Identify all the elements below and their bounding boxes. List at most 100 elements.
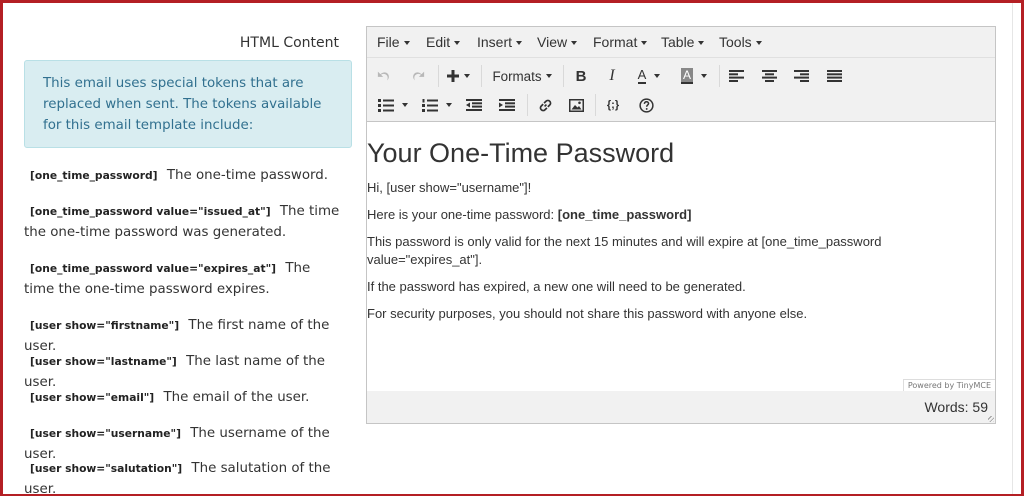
powered-by-tinymce-link[interactable]: Powered by TinyMCE xyxy=(902,379,995,391)
text-color-icon: A xyxy=(637,67,647,84)
background-color-icon: A xyxy=(680,68,693,84)
chevron-down-icon xyxy=(654,74,661,78)
indent-button[interactable] xyxy=(496,93,518,117)
menu-tools-label: Tools xyxy=(719,34,752,50)
menu-file-label: File xyxy=(377,34,400,50)
insert-link-button[interactable] xyxy=(534,93,556,117)
outdent-button[interactable] xyxy=(463,93,485,117)
menu-format[interactable]: Format xyxy=(593,34,648,50)
source-code-button[interactable]: {;} xyxy=(602,93,624,117)
italic-icon: I xyxy=(609,67,615,84)
token-code: [one_time_password value="expires_at"] xyxy=(30,262,277,275)
rich-text-editor: File Edit Insert View Format Table Tools… xyxy=(366,26,996,424)
undo-icon xyxy=(377,71,389,81)
page-edge-divider xyxy=(1012,3,1013,494)
menu-edit-label: Edit xyxy=(426,34,451,50)
window-frame: HTML Content This email uses special tok… xyxy=(0,0,1024,496)
chevron-down-icon xyxy=(402,103,408,107)
align-center-icon xyxy=(761,70,777,82)
menu-insert-label: Insert xyxy=(477,34,513,50)
redo-button[interactable] xyxy=(407,64,429,88)
chevron-down-icon xyxy=(698,41,705,46)
toolbar-divider xyxy=(481,65,482,87)
code-icon: {;} xyxy=(606,99,620,111)
chevron-down-icon xyxy=(464,74,470,78)
editor-menubar: File Edit Insert View Format Table Tools xyxy=(367,27,995,57)
expired-paragraph: If the password has expired, a new one w… xyxy=(367,279,746,294)
align-right-button[interactable] xyxy=(790,64,812,88)
greeting-paragraph: Hi, [user show="username"]! xyxy=(367,180,532,195)
align-justify-button[interactable] xyxy=(823,64,845,88)
token-code: [user show="lastname"] xyxy=(30,355,177,368)
info-alert-text: This email uses special tokens that are … xyxy=(43,76,322,133)
otp-token-text: [one_time_password] xyxy=(557,207,692,222)
help-button[interactable] xyxy=(635,93,657,117)
token-description: The one-time password. xyxy=(166,168,329,183)
numbered-list-button[interactable] xyxy=(419,93,455,117)
menu-format-label: Format xyxy=(593,34,638,50)
menu-view-label: View xyxy=(537,34,568,50)
bold-icon: B xyxy=(575,67,587,85)
chevron-down-icon xyxy=(755,41,762,46)
bullet-list-button[interactable] xyxy=(375,93,411,117)
chevron-down-icon xyxy=(545,74,552,78)
token-item: [user show="email"] The email of the use… xyxy=(24,387,344,408)
chevron-down-icon xyxy=(446,103,452,107)
numbered-list-icon xyxy=(422,98,438,112)
menu-table[interactable]: Table xyxy=(661,34,705,50)
token-code: [user show="username"] xyxy=(30,427,181,440)
toolbar-divider xyxy=(438,65,439,87)
token-code: [user show="salutation"] xyxy=(30,462,183,475)
resize-handle[interactable] xyxy=(988,416,994,422)
token-item: [user show="salutation"] The salutation … xyxy=(24,458,344,494)
undo-button[interactable] xyxy=(373,64,395,88)
menu-edit[interactable]: Edit xyxy=(426,34,461,50)
token-code: [user show="firstname"] xyxy=(30,319,180,332)
chevron-down-icon xyxy=(641,41,648,46)
html-content-label: HTML Content xyxy=(239,35,339,51)
italic-button[interactable]: I xyxy=(601,64,623,88)
chevron-down-icon xyxy=(403,41,410,46)
menubar-divider xyxy=(367,57,995,58)
token-code: [one_time_password] xyxy=(30,169,158,182)
security-paragraph: For security purposes, you should not sh… xyxy=(367,306,808,321)
align-justify-icon xyxy=(826,70,842,82)
toolbar-divider xyxy=(527,94,528,116)
chevron-down-icon xyxy=(701,74,707,78)
toolbar-divider xyxy=(595,94,596,116)
plus-icon xyxy=(447,70,459,82)
token-item: [one_time_password value="expires_at"] T… xyxy=(24,258,344,300)
align-right-icon xyxy=(793,70,809,82)
help-icon xyxy=(638,97,654,113)
indent-icon xyxy=(499,99,515,111)
menu-file[interactable]: File xyxy=(377,34,410,50)
token-item: [one_time_password] The one-time passwor… xyxy=(24,165,344,186)
editor-statusbar: Words: 59 xyxy=(367,391,995,423)
validity-paragraph: This password is only valid for the next… xyxy=(367,234,882,267)
token-code: [user show="email"] xyxy=(30,391,155,404)
align-center-button[interactable] xyxy=(758,64,780,88)
otp-paragraph: Here is your one-time password: [one_tim… xyxy=(367,206,927,224)
bold-button[interactable]: B xyxy=(570,64,592,88)
background-color-button[interactable]: A xyxy=(677,64,711,88)
email-heading: Your One-Time Password xyxy=(367,138,675,168)
insert-image-button[interactable] xyxy=(565,93,587,117)
menu-tools[interactable]: Tools xyxy=(719,34,762,50)
formats-label: Formats xyxy=(492,68,542,84)
image-icon xyxy=(568,98,584,112)
align-left-button[interactable] xyxy=(725,64,747,88)
tokens-info-alert: This email uses special tokens that are … xyxy=(24,60,352,148)
text-color-button[interactable]: A xyxy=(632,64,666,88)
toolbar-divider xyxy=(719,65,720,87)
link-icon xyxy=(539,99,551,111)
toolbar-divider xyxy=(563,65,564,87)
bullet-list-icon xyxy=(378,98,394,112)
menu-view[interactable]: View xyxy=(537,34,578,50)
outdent-icon xyxy=(466,99,482,111)
formats-dropdown[interactable]: Formats xyxy=(489,64,555,88)
insert-button[interactable] xyxy=(444,64,472,88)
token-code: [one_time_password value="issued_at"] xyxy=(30,205,271,218)
menu-insert[interactable]: Insert xyxy=(477,34,523,50)
editor-content-area[interactable]: Your One-Time Password Hi, [user show="u… xyxy=(367,121,995,392)
otp-prefix-text: Here is your one-time password: xyxy=(367,207,558,222)
